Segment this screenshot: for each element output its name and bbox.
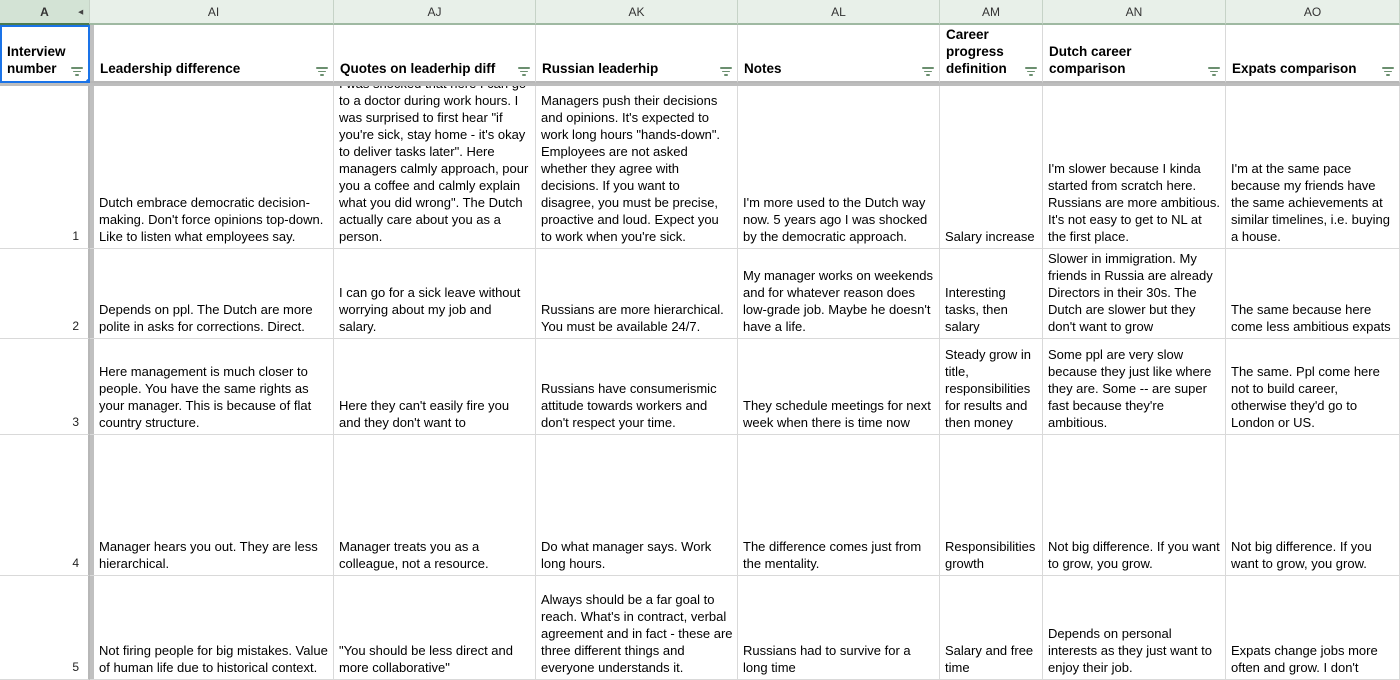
cell-russian-leadership[interactable]: Russians have consumerismic attitude tow…: [536, 339, 738, 435]
spreadsheet-grid[interactable]: A ◂ AI AJ AK AL AM AN AO Interview numbe…: [0, 0, 1400, 680]
header-label-dutch-career-comparison: Dutch career comparison: [1049, 44, 1132, 76]
column-header-AL[interactable]: AL: [738, 0, 940, 25]
cell-dutch-career-comparison[interactable]: Slower in immigration. My friends in Rus…: [1043, 249, 1226, 339]
cell-expats-comparison[interactable]: The same because here come less ambitiou…: [1226, 249, 1400, 339]
header-cell-expats-comparison[interactable]: Expats comparison: [1226, 25, 1400, 83]
header-cell-russian-leadership[interactable]: Russian leaderhip: [536, 25, 738, 83]
filter-icon[interactable]: [71, 65, 83, 76]
cell-dutch-career-comparison[interactable]: I'm slower because I kinda started from …: [1043, 83, 1226, 249]
header-label-interview-number: Interview number: [7, 44, 66, 76]
column-header-AL-label: AL: [831, 4, 846, 19]
header-cell-interview-number[interactable]: Interview number: [0, 25, 90, 83]
header-cell-leadership-difference[interactable]: Leadership difference: [94, 25, 334, 83]
table-header-row: Interview number Leadership difference Q…: [0, 25, 1400, 83]
cell-career-progress-definition[interactable]: Salary increase: [940, 83, 1043, 249]
cell-notes[interactable]: I'm more used to the Dutch way now. 5 ye…: [738, 83, 940, 249]
column-header-AI[interactable]: AI: [94, 0, 334, 25]
column-header-AM-label: AM: [982, 4, 1000, 19]
header-cell-dutch-career-comparison[interactable]: Dutch career comparison: [1043, 25, 1226, 83]
header-label-leadership-difference: Leadership difference: [100, 61, 241, 76]
row-number-cell[interactable]: 2: [0, 249, 90, 339]
cell-russian-leadership[interactable]: Do what manager says. Work long hours.: [536, 435, 738, 576]
filter-icon[interactable]: [922, 65, 934, 76]
filter-icon[interactable]: [720, 65, 732, 76]
column-header-AM[interactable]: AM: [940, 0, 1043, 25]
row-number-cell[interactable]: 4: [0, 435, 90, 576]
column-header-AO[interactable]: AO: [1226, 0, 1400, 25]
column-header-AI-label: AI: [207, 4, 220, 19]
header-cell-notes[interactable]: Notes: [738, 25, 940, 83]
cell-expats-comparison[interactable]: The same. Ppl come here not to build car…: [1226, 339, 1400, 435]
cell-career-progress-definition[interactable]: Responsibilities growth: [940, 435, 1043, 576]
column-header-AO-label: AO: [1303, 4, 1322, 19]
row-number-cell[interactable]: 3: [0, 339, 90, 435]
cell-notes[interactable]: My manager works on weekends and for wha…: [738, 249, 940, 339]
cell-leadership-difference[interactable]: Depends on ppl. The Dutch are more polit…: [94, 249, 334, 339]
cell-leadership-difference[interactable]: Manager hears you out. They are less hie…: [94, 435, 334, 576]
cell-quotes-on-leadership-diff[interactable]: Manager treats you as a colleague, not a…: [334, 435, 536, 576]
header-cell-quotes-on-leadership-diff[interactable]: Quotes on leaderhip diff: [334, 25, 536, 83]
cell-quotes-on-leadership-diff[interactable]: "You should be less direct and more coll…: [334, 576, 536, 680]
cell-notes[interactable]: They schedule meetings for next week whe…: [738, 339, 940, 435]
header-label-russian-leadership: Russian leaderhip: [542, 61, 659, 76]
cell-notes[interactable]: The difference comes just from the menta…: [738, 435, 940, 576]
filter-icon[interactable]: [518, 65, 530, 76]
header-label-quotes-on-leadership-diff: Quotes on leaderhip diff: [340, 61, 496, 76]
filter-icon[interactable]: [1025, 65, 1037, 76]
column-header-A[interactable]: A ◂: [0, 0, 90, 25]
header-label-expats-comparison: Expats comparison: [1232, 61, 1357, 76]
table-row[interactable]: 3 Here management is much closer to peop…: [0, 339, 1400, 435]
table-row[interactable]: 4 Manager hears you out. They are less h…: [0, 435, 1400, 576]
cell-expats-comparison[interactable]: Not big difference. If you want to grow,…: [1226, 435, 1400, 576]
column-header-A-label: A: [40, 4, 49, 19]
row-number-cell[interactable]: 1: [0, 83, 90, 249]
table-row[interactable]: 2 Depends on ppl. The Dutch are more pol…: [0, 249, 1400, 339]
header-label-notes: Notes: [744, 61, 782, 76]
cell-expats-comparison[interactable]: Expats change jobs more often and grow. …: [1226, 576, 1400, 680]
column-header-AK[interactable]: AK: [536, 0, 738, 25]
cell-career-progress-definition[interactable]: Steady grow in title, responsibilities f…: [940, 339, 1043, 435]
cell-career-progress-definition[interactable]: Interesting tasks, then salary: [940, 249, 1043, 339]
column-header-AK-label: AK: [628, 4, 645, 19]
column-header-AJ[interactable]: AJ: [334, 0, 536, 25]
cell-notes[interactable]: Russians had to survive for a long time: [738, 576, 940, 680]
header-cell-career-progress-definition[interactable]: Career progress definition: [940, 25, 1043, 83]
cell-leadership-difference[interactable]: Dutch embrace democratic decision-making…: [94, 83, 334, 249]
collapse-left-arrow-icon[interactable]: ◂: [78, 6, 83, 17]
cell-quotes-on-leadership-diff[interactable]: I can go for a sick leave without worryi…: [334, 249, 536, 339]
cell-leadership-difference[interactable]: Here management is much closer to people…: [94, 339, 334, 435]
table-row[interactable]: 1 Dutch embrace democratic decision-maki…: [0, 83, 1400, 249]
cell-dutch-career-comparison[interactable]: Some ppl are very slow because they just…: [1043, 339, 1226, 435]
column-header-AN-label: AN: [1125, 4, 1143, 19]
cell-quotes-on-leadership-diff[interactable]: I was shocked that here I can go to a do…: [334, 83, 536, 249]
cell-expats-comparison[interactable]: I'm at the same pace because my friends …: [1226, 83, 1400, 249]
column-header-row: A ◂ AI AJ AK AL AM AN AO: [0, 0, 1400, 25]
filter-icon[interactable]: [1208, 65, 1220, 76]
cell-dutch-career-comparison[interactable]: Not big difference. If you want to grow,…: [1043, 435, 1226, 576]
cell-russian-leadership[interactable]: Russians are more hierarchical. You must…: [536, 249, 738, 339]
cell-russian-leadership[interactable]: Managers push their decisions and opinio…: [536, 83, 738, 249]
cell-career-progress-definition[interactable]: Salary and free time: [940, 576, 1043, 680]
filter-icon[interactable]: [316, 65, 328, 76]
table-row[interactable]: 5 Not firing people for big mistakes. Va…: [0, 576, 1400, 680]
column-header-AN[interactable]: AN: [1043, 0, 1226, 25]
cell-dutch-career-comparison[interactable]: Depends on personal interests as they ju…: [1043, 576, 1226, 680]
cell-quotes-on-leadership-diff[interactable]: Here they can't easily fire you and they…: [334, 339, 536, 435]
header-label-career-progress-definition: Career progress definition: [946, 27, 1007, 76]
row-number-cell[interactable]: 5: [0, 576, 90, 680]
filter-icon[interactable]: [1382, 65, 1394, 76]
cell-leadership-difference[interactable]: Not firing people for big mistakes. Valu…: [94, 576, 334, 680]
column-header-AJ-label: AJ: [427, 4, 442, 19]
cell-russian-leadership[interactable]: Always should be a far goal to reach. Wh…: [536, 576, 738, 680]
